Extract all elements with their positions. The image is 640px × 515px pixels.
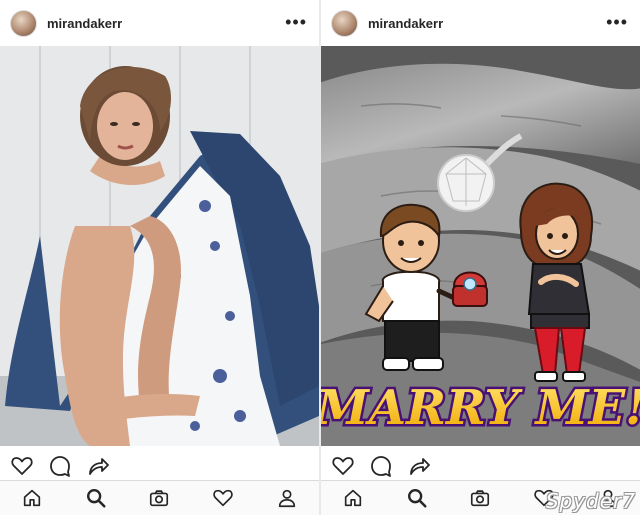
- username-link[interactable]: mirandakerr: [47, 16, 122, 31]
- ring-box: [452, 271, 488, 307]
- post-header: mirandakerr •••: [321, 0, 640, 46]
- more-options-button[interactable]: •••: [606, 13, 628, 31]
- home-icon[interactable]: [342, 487, 364, 509]
- app-screenshot: mirandakerr ••• mirandakerr ••• MARRY ME…: [0, 0, 640, 515]
- heart-icon[interactable]: [331, 454, 355, 478]
- post-panel-left: mirandakerr •••: [0, 0, 319, 515]
- profile-icon[interactable]: [276, 487, 298, 509]
- comment-icon[interactable]: [369, 454, 393, 478]
- post-actions: [321, 452, 640, 480]
- post-panel-right: mirandakerr ••• MARRY ME!: [321, 0, 640, 515]
- bottom-tab-bar: [0, 480, 319, 515]
- home-icon[interactable]: [21, 487, 43, 509]
- activity-heart-icon[interactable]: [212, 487, 234, 509]
- portrait-photo: [0, 46, 319, 446]
- ring-bitmoji-photo: MARRY ME!: [321, 46, 640, 446]
- post-header: mirandakerr •••: [0, 0, 319, 46]
- camera-icon[interactable]: [148, 487, 170, 509]
- share-icon[interactable]: [407, 454, 431, 478]
- camera-icon[interactable]: [469, 487, 491, 509]
- share-icon[interactable]: [86, 454, 110, 478]
- watermark: Spyder7: [545, 489, 636, 513]
- more-options-button[interactable]: •••: [285, 13, 307, 31]
- avatar[interactable]: [331, 9, 358, 37]
- comment-icon[interactable]: [48, 454, 72, 478]
- heart-icon[interactable]: [10, 454, 34, 478]
- avatar[interactable]: [10, 9, 37, 37]
- username-link[interactable]: mirandakerr: [368, 16, 443, 31]
- marry-me-sticker: MARRY ME!: [321, 380, 640, 436]
- post-photo[interactable]: [0, 46, 319, 446]
- search-icon[interactable]: [85, 487, 107, 509]
- search-icon[interactable]: [406, 487, 428, 509]
- post-actions: [0, 452, 319, 480]
- post-photo[interactable]: MARRY ME!: [321, 46, 640, 446]
